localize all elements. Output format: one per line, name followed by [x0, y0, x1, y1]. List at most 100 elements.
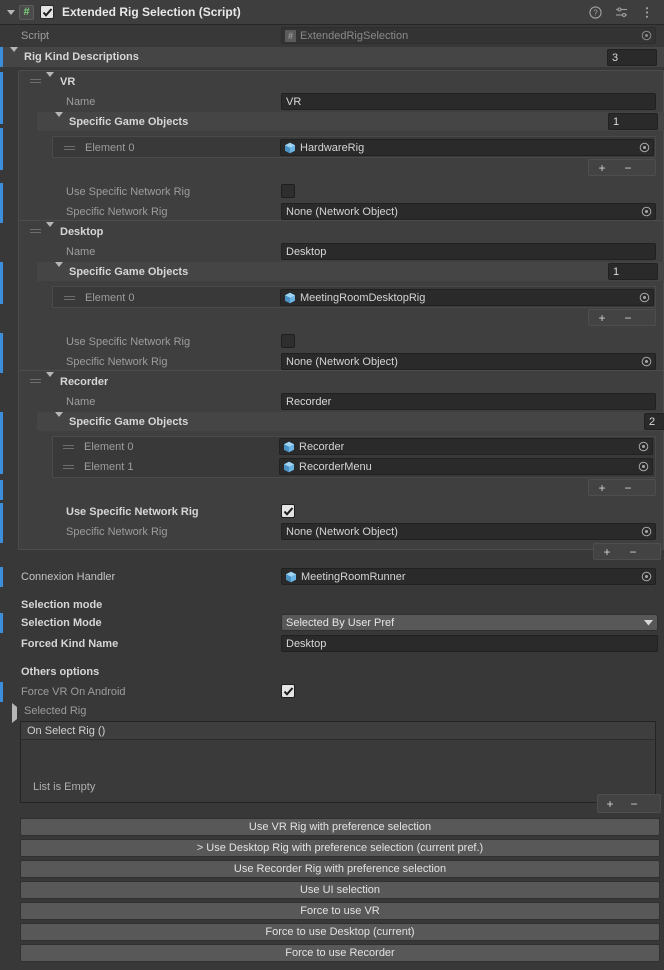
- vr-use-specific-checkbox[interactable]: [281, 184, 295, 198]
- connexion-handler-field[interactable]: MeetingRoomRunner: [281, 568, 656, 585]
- desktop-array-add-button[interactable]: +: [589, 310, 615, 325]
- selected-rig-row[interactable]: Selected Rig: [0, 702, 664, 723]
- preset-icon[interactable]: [614, 5, 628, 19]
- object-picker-icon[interactable]: [640, 525, 653, 538]
- recorder-foldout-icon[interactable]: [46, 372, 54, 389]
- recorder-kind-header[interactable]: Recorder: [18, 372, 664, 392]
- component-title: Extended Rig Selection (Script): [62, 5, 241, 19]
- object-picker-icon[interactable]: [640, 570, 653, 583]
- recorder-array-add-button[interactable]: +: [589, 480, 615, 495]
- component-header[interactable]: # Extended Rig Selection (Script) ?: [0, 0, 664, 25]
- vr-name-field[interactable]: VR: [281, 93, 656, 110]
- action-button-use-recorder-rig[interactable]: Use Recorder Rig with preference selecti…: [20, 860, 660, 878]
- object-picker-icon[interactable]: [638, 141, 651, 154]
- recorder-element-0-field[interactable]: Recorder: [279, 438, 653, 455]
- vr-array-buttons: + −: [588, 159, 656, 176]
- help-icon[interactable]: ?: [588, 5, 602, 19]
- vr-foldout-icon[interactable]: [46, 72, 54, 89]
- vr-kind-header[interactable]: VR: [18, 72, 664, 92]
- drag-handle-icon[interactable]: [30, 229, 42, 233]
- forced-kind-name-field[interactable]: Desktop: [281, 635, 658, 652]
- vr-array-foldout-icon[interactable]: [55, 112, 63, 129]
- component-foldout-icon[interactable]: [4, 6, 17, 19]
- drag-handle-icon[interactable]: [63, 465, 75, 469]
- vr-element-0-value: HardwareRig: [300, 141, 365, 154]
- selection-mode-dropdown[interactable]: Selected By User Pref: [281, 614, 658, 631]
- action-button-use-ui-selection[interactable]: Use UI selection: [20, 881, 660, 899]
- recorder-specific-objects-header[interactable]: Specific Game Objects 2: [37, 412, 664, 431]
- override-marker: [0, 480, 3, 500]
- desktop-array-remove-button[interactable]: −: [615, 310, 641, 325]
- drag-handle-icon[interactable]: [30, 379, 42, 383]
- script-value: ExtendedRigSelection: [300, 29, 409, 42]
- vr-specific-objects-header[interactable]: Specific Game Objects 1: [37, 112, 664, 131]
- vr-array-size-field[interactable]: 1: [608, 113, 658, 130]
- recorder-array-remove-button[interactable]: −: [615, 480, 641, 495]
- drag-handle-icon[interactable]: [63, 445, 75, 449]
- rig-kind-add-button[interactable]: +: [594, 544, 620, 559]
- action-button-force-desktop[interactable]: Force to use Desktop (current): [20, 923, 660, 941]
- desktop-array-size-field[interactable]: 1: [608, 263, 658, 280]
- vr-element-0-field[interactable]: HardwareRig: [280, 139, 654, 156]
- desktop-specific-rig-field[interactable]: None (Network Object): [281, 353, 656, 370]
- recorder-specific-rig-field[interactable]: None (Network Object): [281, 523, 656, 540]
- desktop-array-foldout-icon[interactable]: [55, 262, 63, 279]
- desktop-name-field[interactable]: Desktop: [281, 243, 656, 260]
- vr-array-add-button[interactable]: +: [589, 160, 615, 175]
- recorder-specific-rig-value: None (Network Object): [286, 525, 398, 538]
- recorder-name-field[interactable]: Recorder: [281, 393, 656, 410]
- drag-handle-icon[interactable]: [64, 296, 76, 300]
- vr-element-0-label: Element 0: [85, 142, 135, 154]
- desktop-element-0-field[interactable]: MeetingRoomDesktopRig: [280, 289, 654, 306]
- recorder-use-specific-checkbox[interactable]: [281, 504, 295, 518]
- event-add-button[interactable]: +: [598, 796, 622, 811]
- recorder-array-foldout-icon[interactable]: [55, 412, 63, 429]
- rig-kind-remove-button[interactable]: −: [620, 544, 646, 559]
- action-button-use-vr-rig[interactable]: Use VR Rig with preference selection: [20, 818, 660, 836]
- desktop-specific-objects-header[interactable]: Specific Game Objects 1: [37, 262, 664, 281]
- rig-kind-foldout-icon[interactable]: [10, 47, 18, 64]
- script-component-icon: #: [19, 4, 34, 20]
- rig-kind-size-field[interactable]: 3: [607, 49, 657, 66]
- desktop-specific-rig-value: None (Network Object): [286, 355, 398, 368]
- event-remove-button[interactable]: −: [622, 796, 646, 811]
- rig-kind-descriptions-header[interactable]: Rig Kind Descriptions 3: [0, 47, 664, 67]
- selected-rig-foldout-icon[interactable]: [12, 703, 17, 723]
- desktop-use-specific-label: Use Specific Network Rig: [66, 336, 191, 348]
- vr-array-remove-button[interactable]: −: [615, 160, 641, 175]
- selection-mode-row: Selection Mode Selected By User Pref: [0, 613, 664, 633]
- action-button-force-recorder[interactable]: Force to use Recorder: [20, 944, 660, 962]
- recorder-element-1-field[interactable]: RecorderMenu: [279, 458, 653, 475]
- override-marker: [0, 72, 3, 124]
- prefab-cube-icon: [284, 441, 294, 452]
- object-picker-icon[interactable]: [637, 440, 650, 453]
- force-vr-on-android-checkbox[interactable]: [281, 684, 295, 698]
- connexion-handler-label: Connexion Handler: [21, 571, 116, 583]
- on-select-rig-body[interactable]: List is Empty: [21, 740, 655, 803]
- script-row: Script # ExtendedRigSelection: [0, 26, 664, 46]
- desktop-kind-header[interactable]: Desktop: [18, 222, 664, 242]
- recorder-array-size-field[interactable]: 2: [644, 413, 664, 430]
- on-select-rig-header: On Select Rig (): [21, 722, 655, 740]
- object-picker-icon[interactable]: [640, 205, 653, 218]
- recorder-element-0-label: Element 0: [84, 441, 134, 453]
- vr-specific-rig-field[interactable]: None (Network Object): [281, 203, 656, 220]
- vr-array-size-value: 1: [613, 115, 620, 128]
- action-button-use-desktop-rig[interactable]: > Use Desktop Rig with preference select…: [20, 839, 660, 857]
- override-marker: [0, 333, 3, 373]
- action-button-force-vr[interactable]: Force to use VR: [20, 902, 660, 920]
- svg-text:?: ?: [593, 8, 598, 17]
- menu-icon[interactable]: [640, 5, 654, 19]
- drag-handle-icon[interactable]: [64, 146, 76, 150]
- object-picker-icon[interactable]: [637, 460, 650, 473]
- vr-element-0-row: Element 0 HardwareRig: [52, 136, 656, 158]
- object-picker-icon[interactable]: [640, 355, 653, 368]
- vr-name-label: Name: [66, 96, 96, 108]
- drag-handle-icon[interactable]: [30, 79, 42, 83]
- desktop-foldout-icon[interactable]: [46, 222, 54, 239]
- vr-use-specific-label: Use Specific Network Rig: [66, 186, 191, 198]
- object-picker-icon[interactable]: [640, 29, 653, 42]
- desktop-use-specific-checkbox[interactable]: [281, 334, 295, 348]
- component-enabled-checkbox[interactable]: [40, 5, 54, 19]
- object-picker-icon[interactable]: [638, 291, 651, 304]
